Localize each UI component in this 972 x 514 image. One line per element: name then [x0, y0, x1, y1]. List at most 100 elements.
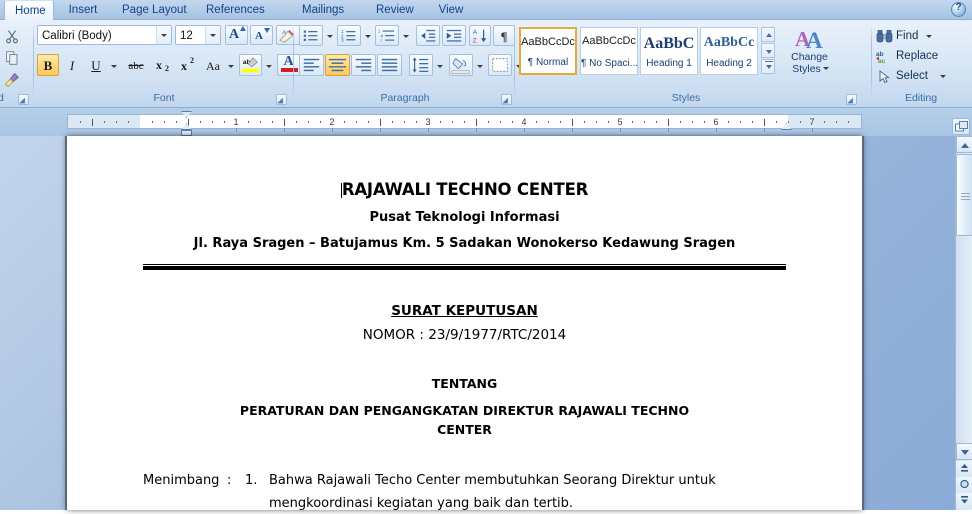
style-card-no-spacing[interactable]: AaBbCcDc ¶ No Spaci... [580, 27, 638, 75]
align-center-button[interactable] [325, 54, 350, 76]
styles-scroll-down-button[interactable] [761, 43, 775, 58]
replace-button[interactable]: ab ac Replace [874, 47, 964, 66]
ruler-tab-stop[interactable] [380, 128, 381, 132]
style-card-heading-1[interactable]: AaBbC Heading 1 [640, 27, 698, 75]
shading-button[interactable] [449, 54, 473, 76]
ruler-tab-stop[interactable] [236, 128, 237, 132]
subscript-sub-label: 2 [165, 64, 169, 73]
decrease-indent-button[interactable] [416, 25, 440, 46]
borders-button[interactable] [488, 54, 512, 76]
document-header-line-2: Pusat Teknologi Informasi [369, 210, 560, 225]
ruler-tab-stop[interactable] [812, 128, 813, 132]
style-card-heading-2[interactable]: AaBbCc Heading 2 [700, 27, 758, 75]
ribbon-group-clipboard: d [0, 22, 34, 106]
cut-button[interactable] [2, 26, 22, 46]
format-painter-button[interactable] [2, 70, 22, 90]
bullets-button[interactable] [299, 25, 323, 46]
clipboard-dialog-launcher[interactable] [18, 94, 29, 105]
ruler-tab-stop[interactable] [668, 128, 669, 132]
bullets-dropdown-button[interactable] [323, 25, 335, 46]
select-button[interactable]: Select [874, 67, 964, 86]
page-left-edge [65, 136, 67, 510]
tab-page-layout[interactable]: Page Layout [112, 0, 190, 20]
shrink-font-button[interactable]: A [250, 25, 273, 45]
italic-button[interactable]: I [61, 54, 83, 76]
align-right-button[interactable] [351, 54, 376, 76]
font-dialog-launcher[interactable] [276, 94, 287, 105]
styles-more-button[interactable] [761, 59, 775, 74]
font-size-dropdown-button[interactable] [205, 26, 220, 44]
vertical-scrollbar[interactable] [955, 136, 972, 510]
underline-button[interactable]: U [85, 54, 107, 76]
change-case-dropdown-button[interactable] [224, 54, 236, 76]
strikethrough-label: abc [128, 60, 144, 72]
scroll-up-button[interactable] [956, 136, 972, 153]
increase-indent-button[interactable] [442, 25, 466, 46]
document-header-line-1: RAJAWALI TECHNO CENTER [143, 180, 786, 199]
multilevel-list-dropdown-button[interactable] [399, 25, 411, 46]
find-button[interactable]: Find [874, 27, 964, 46]
tab-insert[interactable]: Insert [58, 0, 108, 20]
font-name-combo[interactable]: Calibri (Body) [37, 25, 172, 45]
ruler-tab-stop[interactable] [332, 128, 333, 132]
ruler-tab-stop[interactable] [284, 128, 285, 132]
document-page[interactable]: RAJAWALI TECHNO CENTER Pusat Teknologi I… [65, 136, 864, 511]
ruler-tick [284, 119, 285, 126]
document-content[interactable]: RAJAWALI TECHNO CENTER Pusat Teknologi I… [143, 136, 786, 514]
tab-view[interactable]: View [428, 0, 474, 20]
tab-home[interactable]: Home [4, 0, 54, 20]
change-case-button[interactable]: Aa [201, 54, 225, 76]
strikethrough-button[interactable]: abc [123, 54, 149, 76]
paragraph-dialog-launcher[interactable] [501, 94, 512, 105]
select-browse-object-top-button[interactable] [952, 118, 970, 135]
borders-icon [492, 58, 508, 72]
document-workspace[interactable]: RAJAWALI TECHNO CENTER Pusat Teknologi I… [0, 136, 972, 511]
select-browse-object-button[interactable] [956, 477, 972, 493]
multilevel-list-button[interactable]: 1ai [375, 25, 399, 46]
ruler-tab-stop[interactable] [716, 128, 717, 132]
font-size-combo[interactable]: 12 [175, 25, 221, 45]
superscript-button[interactable]: x 2 [175, 54, 199, 76]
italic-label: I [69, 58, 75, 73]
previous-page-button[interactable] [956, 461, 972, 477]
show-formatting-marks-button[interactable]: ¶ [493, 25, 515, 46]
bold-button[interactable]: B [37, 54, 59, 76]
sort-button[interactable]: A Z [469, 25, 491, 46]
subscript-button[interactable]: x 2 [150, 54, 174, 76]
ruler-tab-stop[interactable] [572, 128, 573, 132]
ruler-tab-stop[interactable] [620, 128, 621, 132]
next-page-button[interactable] [956, 493, 972, 509]
line-spacing-button[interactable] [409, 54, 433, 76]
scrollbar-thumb[interactable] [956, 154, 972, 236]
scroll-down-button[interactable] [956, 443, 972, 460]
styles-scroll-up-button[interactable] [761, 27, 775, 42]
ruler-tick [512, 121, 513, 123]
ruler-tab-stop[interactable] [476, 128, 477, 132]
justify-button[interactable] [377, 54, 402, 76]
styles-dialog-launcher[interactable] [846, 94, 857, 105]
highlight-dropdown-button[interactable] [262, 54, 274, 76]
copy-button[interactable] [2, 48, 22, 68]
shading-dropdown-button[interactable] [473, 54, 485, 76]
ruler-tab-stop[interactable] [524, 128, 525, 132]
numbering-button[interactable]: 123 [337, 25, 361, 46]
line-spacing-dropdown-button[interactable] [433, 54, 445, 76]
ruler-tick [800, 121, 801, 123]
help-icon[interactable] [951, 2, 966, 17]
ruler-tab-stop[interactable] [764, 128, 765, 132]
tab-references[interactable]: References [196, 0, 270, 20]
tab-mailings[interactable]: Mailings [292, 0, 354, 20]
text-highlight-button[interactable]: ab [239, 54, 262, 76]
style-card-normal[interactable]: AaBbCcDc ¶ Normal [519, 27, 577, 75]
change-styles-button[interactable]: A A Change Styles [781, 24, 836, 80]
browse-object-icon [955, 121, 968, 132]
font-name-dropdown-button[interactable] [156, 26, 171, 44]
ruler-tick [296, 121, 297, 123]
align-left-button[interactable] [299, 54, 324, 76]
tab-review[interactable]: Review [366, 0, 420, 20]
ruler-tab-stop[interactable] [428, 128, 429, 132]
ruler-tick [152, 121, 153, 123]
underline-dropdown-button[interactable] [107, 54, 120, 76]
numbering-dropdown-button[interactable] [361, 25, 373, 46]
grow-font-button[interactable]: A [225, 25, 248, 45]
